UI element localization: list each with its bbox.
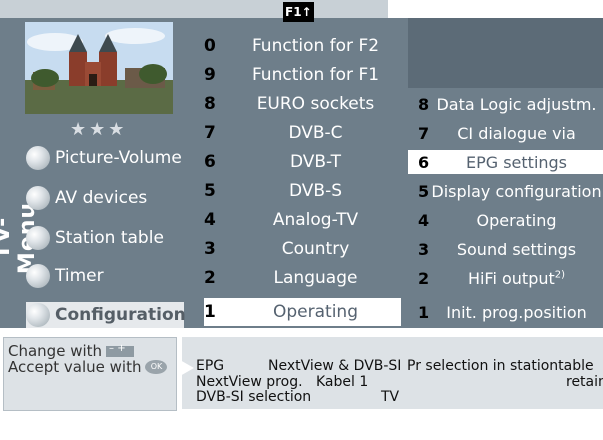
item-label: Sound settings <box>456 239 577 259</box>
help-accept: Accept value with OK <box>8 358 168 376</box>
item-label: Country <box>281 239 350 259</box>
info-epg-label: EPG <box>196 358 225 374</box>
submenu-item[interactable]: 4 Analog-TV <box>204 208 401 232</box>
operating-item[interactable]: 3 Sound settings <box>408 237 603 261</box>
menu-item-station-table[interactable]: Station table <box>26 225 164 251</box>
submenu-item[interactable]: 6 DVB-T <box>204 150 401 174</box>
submenu-item[interactable]: 7 DVB-C <box>204 121 401 145</box>
item-label: Language <box>273 268 358 288</box>
top-strip <box>0 0 388 18</box>
ball-icon <box>26 186 50 210</box>
help-accept-text: Accept value with <box>8 358 142 376</box>
info-nextview-label: NextView prog. <box>196 374 303 390</box>
submenu-item[interactable]: 0 Function for F2 <box>204 34 401 58</box>
item-label: DVB-S <box>288 181 342 201</box>
preview-picture <box>25 22 173 114</box>
pointer-arrow-icon <box>180 360 194 376</box>
item-number: 6 <box>418 152 430 172</box>
submenu-item[interactable]: 9 Function for F1 <box>204 63 401 87</box>
item-label: EPG settings <box>465 152 568 172</box>
submenu-item-selected[interactable]: 1 Operating <box>204 298 401 326</box>
item-label: DVB-T <box>289 152 342 172</box>
operating-item[interactable]: 5 Display configuration <box>408 179 603 203</box>
item-label: Analog-TV <box>272 210 359 230</box>
operating-item[interactable]: 2 HiFi output2) <box>408 266 603 290</box>
menu-item-picture-volume[interactable]: Picture-Volume <box>26 145 182 171</box>
menu-item-av-devices[interactable]: AV devices <box>26 185 147 211</box>
item-label: HiFi output2) <box>430 269 603 288</box>
operating-item[interactable]: 1 Init. prog.position <box>408 300 603 324</box>
info-nextview-hint: retain <box>566 374 603 390</box>
submenu-item[interactable]: 8 EURO sockets <box>204 92 401 116</box>
menu-item-timer[interactable]: Timer <box>26 263 104 289</box>
info-epg-value: NextView & DVB-SI <box>268 358 402 374</box>
minus-plus-icon <box>106 343 135 357</box>
item-number: 4 <box>418 210 430 230</box>
ok-button-icon: OK <box>145 360 168 374</box>
submenu-item[interactable]: 2 Language <box>204 266 401 290</box>
item-number: 8 <box>418 94 430 114</box>
rating-stars: ★★★ <box>70 119 128 140</box>
item-label-text: HiFi output <box>467 268 555 288</box>
menu-item-label: Timer <box>55 266 104 286</box>
item-number: 1 <box>418 302 430 322</box>
menu-item-label: AV devices <box>55 188 148 208</box>
item-number: 2 <box>204 268 216 288</box>
item-label: Function for F2 <box>251 36 380 56</box>
item-number: 5 <box>418 181 430 201</box>
item-number: 3 <box>204 239 216 259</box>
city-gate-image <box>25 22 173 114</box>
info-dvbsi-value: TV <box>381 389 400 405</box>
f1-badge: F1↑ <box>283 2 314 22</box>
item-number: 5 <box>204 181 216 201</box>
item-label: EURO sockets <box>256 94 375 114</box>
item-number: 7 <box>204 123 216 143</box>
item-label: Function for F1 <box>251 65 380 85</box>
item-number: 0 <box>204 36 216 56</box>
item-label: Display configuration <box>431 181 602 201</box>
menu-item-label: Station table <box>55 228 164 248</box>
menu-item-configuration[interactable]: Configuration <box>26 302 186 328</box>
ball-icon <box>26 303 50 327</box>
item-number: 4 <box>204 210 216 230</box>
ball-icon <box>26 264 50 288</box>
item-label: Operating <box>273 302 358 322</box>
operating-panel-header <box>408 18 603 88</box>
submenu-item[interactable]: 5 DVB-S <box>204 179 401 203</box>
ball-icon <box>26 226 50 250</box>
operating-item[interactable]: 7 CI dialogue via <box>408 121 603 145</box>
menu-item-label: Picture-Volume <box>55 148 182 168</box>
operating-item[interactable]: 8 Data Logic adjustm. <box>408 92 603 116</box>
item-number: 2 <box>418 268 430 288</box>
item-number: 6 <box>204 152 216 172</box>
item-number: 7 <box>418 123 430 143</box>
item-number: 9 <box>204 65 216 85</box>
info-nextview-value: Kabel 1 <box>316 374 369 390</box>
operating-item[interactable]: 4 Operating <box>408 208 603 232</box>
menu-item-label: Configuration <box>55 305 186 325</box>
item-label: Data Logic adjustm. <box>436 94 597 114</box>
operating-item-selected[interactable]: 6 EPG settings <box>408 150 603 174</box>
item-number: 1 <box>204 302 216 322</box>
item-number: 3 <box>418 239 430 259</box>
item-number: 8 <box>204 94 216 114</box>
item-label: Operating <box>476 210 557 230</box>
item-label: DVB-C <box>288 123 343 143</box>
info-dvbsi-label: DVB-SI selection <box>196 389 312 405</box>
submenu-item[interactable]: 3 Country <box>204 237 401 261</box>
item-label: CI dialogue via <box>457 123 576 143</box>
ball-icon <box>26 146 50 170</box>
footnote-marker: 2) <box>554 269 566 281</box>
item-label: Init. prog.position <box>446 302 587 322</box>
info-epg-hint: Pr selection in stationtable <box>407 358 594 374</box>
